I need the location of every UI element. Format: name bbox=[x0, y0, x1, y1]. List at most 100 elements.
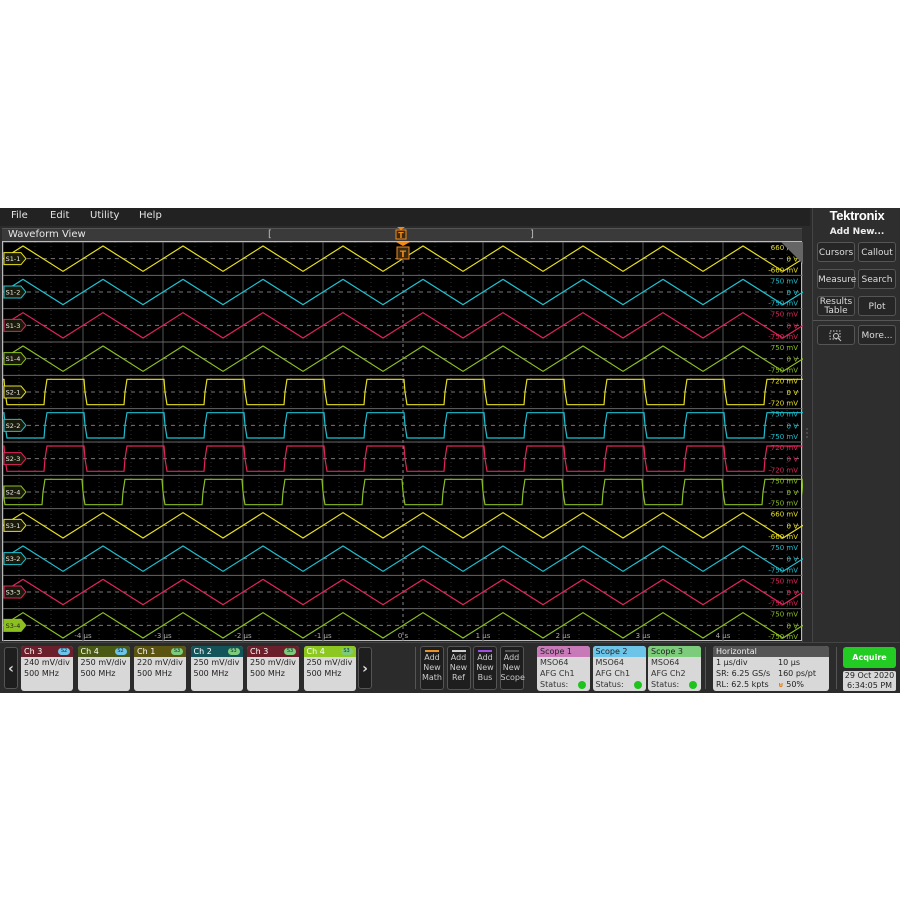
vertical-scale-top: 750 mV bbox=[771, 311, 798, 319]
scope-model: MSO64 bbox=[540, 658, 569, 667]
waveform-graticule[interactable]: S1-1 660 mV 0 V -660 mV S1-2 750 mV 0 V -750 mV… bbox=[2, 241, 803, 642]
vertical-scale-bottom: -720 mV bbox=[768, 466, 798, 474]
status-ok-icon bbox=[578, 681, 586, 689]
add-new-scope-button[interactable]: Add New Scope bbox=[499, 646, 525, 690]
menu-help[interactable]: Help bbox=[139, 210, 162, 221]
time-tick-label: 4 µs bbox=[716, 632, 731, 640]
measure-button[interactable]: Measure bbox=[817, 269, 856, 289]
trigger-label: T bbox=[400, 250, 407, 260]
channel-handle-s3-4[interactable]: S3-4 bbox=[3, 618, 27, 632]
scope-name: Scope 1 bbox=[537, 646, 590, 657]
acquire-button[interactable]: Acquire bbox=[843, 647, 896, 668]
vertical-scale-mid: 0 V bbox=[787, 489, 799, 497]
scroll-right-button[interactable]: › bbox=[358, 647, 372, 689]
horizontal-badge[interactable]: Horizontal 1 µs/div 10 µs SR: 6.25 GS/s 16… bbox=[713, 646, 829, 691]
zoom-region-icon bbox=[829, 330, 842, 342]
channel-name: Ch 2 bbox=[193, 647, 212, 656]
channel-handle-s2-4[interactable]: S2-4 bbox=[3, 485, 27, 499]
time-tick-label: 0 s bbox=[398, 632, 409, 640]
panel-splitter-handle[interactable]: · · · bbox=[804, 426, 810, 442]
scope-badge[interactable]: Scope 1 MSO64 AFG Ch1 Status: bbox=[537, 646, 590, 691]
vertical-scale-mid: 0 V bbox=[787, 389, 799, 397]
vertical-scale-mid: 0 V bbox=[787, 522, 799, 530]
channel-handle-s1-2[interactable]: S1-2 bbox=[3, 285, 27, 299]
divider bbox=[415, 647, 416, 689]
menu-edit[interactable]: Edit bbox=[50, 210, 69, 221]
trigger-position-icon[interactable]: T bbox=[394, 227, 408, 242]
channel-handle-label: S2-2 bbox=[6, 422, 21, 430]
channel-handle-label: S1-3 bbox=[6, 322, 21, 330]
color-bar bbox=[478, 650, 492, 652]
channel-handle-s2-2[interactable]: S2-2 bbox=[3, 418, 27, 432]
date-time-display[interactable]: 29 Oct 2020 6:34:05 PM bbox=[843, 671, 896, 691]
channel-handle-s1-4[interactable]: S1-4 bbox=[3, 352, 27, 366]
status-ok-icon bbox=[633, 681, 642, 689]
zoom-region-button[interactable] bbox=[817, 325, 855, 345]
trigger-arrow-icon bbox=[396, 242, 410, 246]
menu-utility[interactable]: Utility bbox=[90, 210, 119, 221]
scope-source: AFG Ch2 bbox=[651, 669, 686, 678]
vertical-scale-bottom: -720 mV bbox=[768, 400, 798, 408]
channel-handle-label: S1-2 bbox=[6, 289, 21, 297]
channel-handle-s3-2[interactable]: S3-2 bbox=[3, 552, 27, 566]
color-bar bbox=[425, 650, 439, 652]
add-new-heading: Add New... bbox=[829, 227, 885, 237]
channel-badge[interactable]: Ch 3 S2 240 mV/div 500 MHz bbox=[21, 646, 73, 691]
trigger-marker: T bbox=[396, 242, 410, 260]
trigger-position-icon: ⊎ bbox=[778, 681, 784, 689]
cursors-button[interactable]: Cursors bbox=[817, 242, 855, 262]
vertical-scale-bottom: -750 mV bbox=[768, 500, 798, 508]
record-view-left-bracket[interactable]: [ bbox=[268, 229, 272, 240]
channel-badge[interactable]: Ch 4 S3 250 mV/div 500 MHz bbox=[303, 646, 356, 691]
channel-badge[interactable]: Ch 3 S3 250 mV/div 500 MHz bbox=[247, 646, 299, 691]
scope-tag: S2 bbox=[114, 648, 127, 655]
results-table-button[interactable]: Results Table bbox=[817, 296, 855, 316]
add-new-ref-button[interactable]: Add New Ref bbox=[446, 646, 471, 690]
vertical-scale: 250 mV/div bbox=[306, 658, 353, 667]
label: Add bbox=[477, 653, 493, 662]
search-button[interactable]: Search bbox=[858, 269, 896, 289]
channel-handle-label: S3-4 bbox=[6, 622, 21, 630]
channel-badge[interactable]: Ch 1 S3 220 mV/div 500 MHz bbox=[134, 646, 186, 691]
add-new-math-button[interactable]: Add New Math bbox=[420, 646, 444, 690]
vertical-scale-top: 750 mV bbox=[771, 611, 798, 619]
label: Bus bbox=[477, 673, 493, 682]
color-bar bbox=[504, 650, 519, 652]
menu-file[interactable]: File bbox=[11, 210, 28, 221]
channel-handle-s1-1[interactable]: S1-1 bbox=[3, 252, 27, 266]
scope-status-label: Status: bbox=[595, 680, 624, 689]
time-tick-label: -1 µs bbox=[314, 632, 332, 640]
label: Scope bbox=[500, 673, 525, 682]
vertical-scale-bottom: -750 mV bbox=[768, 300, 798, 308]
waveform-canvas: S1-1 660 mV 0 V -660 mV S1-2 750 mV 0 V -750 mV… bbox=[3, 242, 803, 642]
more-button[interactable]: More... bbox=[858, 325, 896, 345]
channel-handle-s3-1[interactable]: S3-1 bbox=[3, 518, 27, 532]
vertical-scale-top: 660 mV bbox=[771, 511, 798, 519]
add-new-bus-button[interactable]: Add New Bus bbox=[473, 646, 497, 690]
label: Math bbox=[421, 673, 442, 682]
vertical-scale-top: 750 mV bbox=[771, 477, 798, 485]
channel-handle-s2-1[interactable]: S2-1 bbox=[3, 385, 27, 399]
channel-handle-s1-3[interactable]: S1-3 bbox=[3, 318, 27, 332]
date: 29 Oct 2020 bbox=[844, 671, 895, 680]
channel-badge-header: Ch 1 S3 bbox=[134, 646, 186, 657]
channel-handle-label: S1-4 bbox=[6, 355, 21, 363]
vertical-scale: 220 mV/div bbox=[137, 658, 183, 667]
channel-badge[interactable]: Ch 4 S2 250 mV/div 500 MHz bbox=[77, 646, 130, 691]
scope-tag: S3 bbox=[340, 648, 353, 655]
channel-handle-label: S3-3 bbox=[6, 589, 21, 597]
channel-handle-s3-3[interactable]: S3-3 bbox=[3, 585, 27, 599]
vertical-scale-mid: 0 V bbox=[787, 589, 799, 597]
scope-badge[interactable]: Scope 3 MSO64 AFG Ch2 Status: bbox=[648, 646, 701, 691]
vertical-scale-mid: 0 V bbox=[787, 456, 799, 464]
vertical-scale-top: 750 mV bbox=[771, 411, 798, 419]
scroll-left-button[interactable]: ‹ bbox=[4, 647, 18, 689]
scope-badge[interactable]: Scope 2 MSO64 AFG Ch1 Status: bbox=[592, 646, 646, 691]
plot-button[interactable]: Plot bbox=[858, 296, 896, 316]
channel-handle-s2-3[interactable]: S2-3 bbox=[3, 452, 27, 466]
sample-rate: SR: 6.25 GS/s bbox=[716, 669, 771, 678]
record-view-right-bracket[interactable]: ] bbox=[530, 229, 534, 240]
results-table-label-2: Table bbox=[824, 306, 848, 316]
callout-button[interactable]: Callout bbox=[858, 242, 896, 262]
channel-badge[interactable]: Ch 2 S3 250 mV/div 500 MHz bbox=[190, 646, 243, 691]
